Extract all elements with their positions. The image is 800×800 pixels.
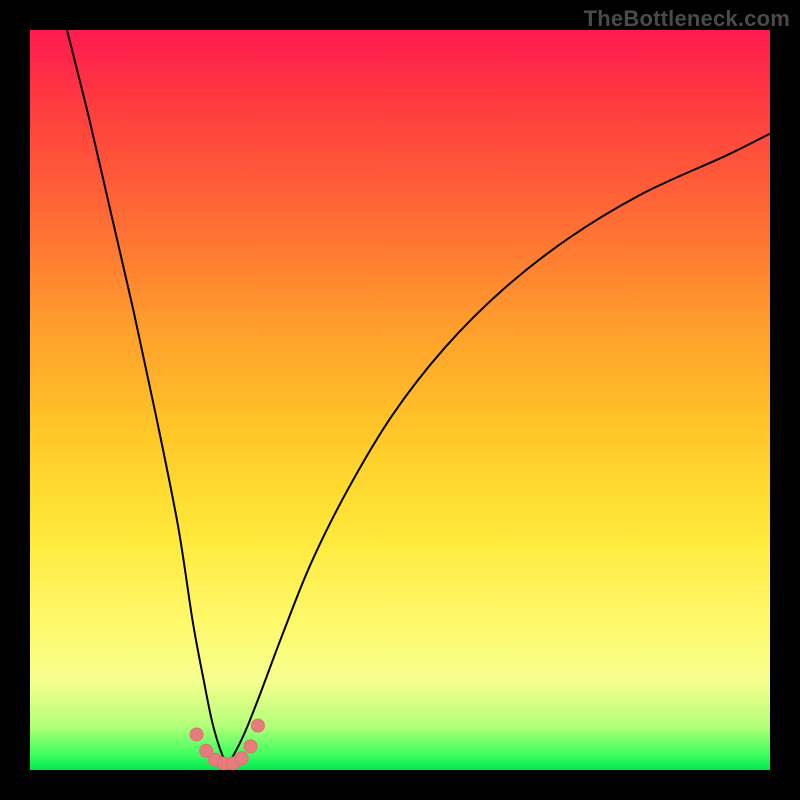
curve-left [67,30,227,764]
highlight-dots [190,719,264,770]
watermark-text: TheBottleneck.com [584,6,790,32]
chart-svg [30,30,770,770]
curve-right [227,134,770,764]
highlight-dot [235,752,248,765]
highlight-dot [251,719,264,732]
highlight-dot [190,728,203,741]
chart-frame [30,30,770,770]
highlight-dot [244,740,257,753]
